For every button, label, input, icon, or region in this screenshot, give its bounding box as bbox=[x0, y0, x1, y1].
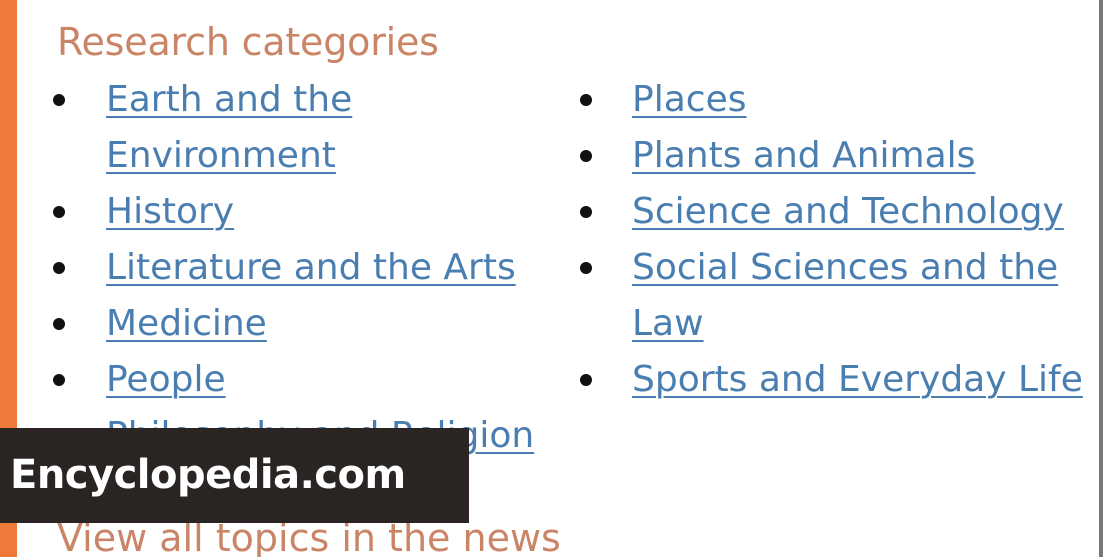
category-list-right: Places Plants and Animals Science and Te… bbox=[562, 72, 1107, 408]
list-item: Medicine bbox=[17, 296, 562, 352]
category-link-medicine[interactable]: Medicine bbox=[106, 303, 267, 344]
bullet-icon bbox=[53, 318, 65, 330]
research-categories-frame: Research categories Earth and the Enviro… bbox=[0, 0, 1107, 557]
list-item: People bbox=[17, 352, 562, 408]
bullet-icon bbox=[580, 150, 592, 162]
bullet-icon bbox=[580, 206, 592, 218]
bullet-icon bbox=[53, 94, 65, 106]
bullet-icon bbox=[53, 206, 65, 218]
list-item: Science and Technology bbox=[562, 184, 1107, 240]
category-link-people[interactable]: People bbox=[106, 359, 226, 400]
encyclopedia-watermark: Encyclopedia.com bbox=[0, 428, 469, 523]
category-link-plants-and-animals[interactable]: Plants and Animals bbox=[632, 135, 975, 176]
bullet-icon bbox=[53, 374, 65, 386]
category-link-places[interactable]: Places bbox=[632, 79, 746, 120]
list-item: Plants and Animals bbox=[562, 128, 1107, 184]
bullet-icon bbox=[580, 374, 592, 386]
research-categories-heading: Research categories bbox=[57, 20, 439, 64]
list-item: History bbox=[17, 184, 562, 240]
category-link-science-and-technology[interactable]: Science and Technology bbox=[632, 191, 1064, 232]
bullet-icon bbox=[53, 262, 65, 274]
category-link-literature-and-the-arts[interactable]: Literature and the Arts bbox=[106, 247, 516, 288]
list-item: Literature and the Arts bbox=[17, 240, 562, 296]
list-item: Social Sciences and the Law bbox=[562, 240, 1107, 352]
bullet-icon bbox=[580, 94, 592, 106]
category-list-left: Earth and the Environment History Litera… bbox=[17, 72, 562, 464]
list-item: Earth and the Environment bbox=[17, 72, 562, 184]
category-link-social-sciences-and-the-law[interactable]: Social Sciences and the Law bbox=[632, 240, 1102, 352]
list-item: Sports and Everyday Life bbox=[562, 352, 1107, 408]
category-link-earth-and-the-environment[interactable]: Earth and the Environment bbox=[106, 72, 426, 184]
list-item: Places bbox=[562, 72, 1107, 128]
bullet-icon bbox=[580, 262, 592, 274]
category-link-sports-and-everyday-life[interactable]: Sports and Everyday Life bbox=[632, 359, 1083, 400]
category-link-history[interactable]: History bbox=[106, 191, 234, 232]
